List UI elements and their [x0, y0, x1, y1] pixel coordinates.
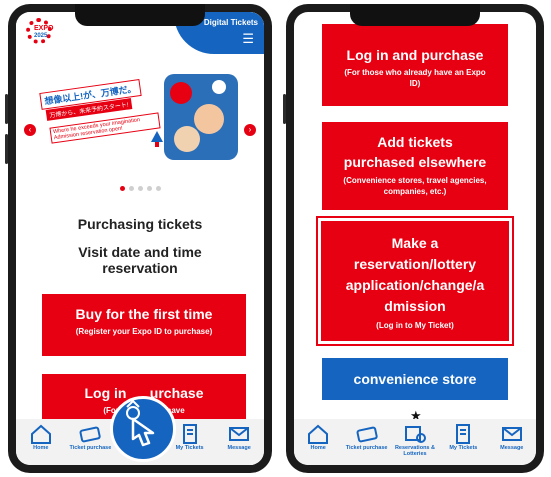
- bottom-nav: Home Ticket purchase Reservations & Lott…: [294, 419, 536, 465]
- right-phone: Log in and purchase (For those who alrea…: [283, 4, 544, 473]
- ticket-icon: [79, 426, 102, 443]
- nav-home[interactable]: Home: [19, 423, 63, 451]
- home-icon: [308, 424, 329, 444]
- convenience-store-button[interactable]: convenience store: [322, 358, 508, 400]
- expo-logo[interactable]: EXPO 2025: [24, 16, 58, 50]
- visit-reservation-heading: Visit date and time reservation: [78, 244, 202, 276]
- add-tickets-button[interactable]: Add tickets purchased elsewhere (Conveni…: [322, 122, 508, 210]
- left-screen: EXPO 2025 Digital Tickets ☰ 想像以上!が、万博だ。 …: [16, 12, 264, 465]
- banner-next-arrow[interactable]: ›: [244, 124, 256, 136]
- comparison-stage: EXPO 2025 Digital Tickets ☰ 想像以上!が、万博だ。 …: [0, 0, 551, 477]
- make-reservation-button[interactable]: Make a reservation/lottery application/c…: [318, 218, 512, 344]
- nav-ticket-purchase[interactable]: Ticket purchase: [68, 423, 112, 451]
- banner-photo: [164, 74, 238, 160]
- mail-icon: [501, 427, 522, 441]
- buy-first-time-button[interactable]: Buy for the first time (Register your Ex…: [42, 294, 246, 356]
- carousel-dots[interactable]: [16, 186, 264, 191]
- log-in-purchase-button[interactable]: Log in and purchase (For those who alrea…: [322, 24, 508, 106]
- mascot-icon: [151, 131, 163, 147]
- nav-message[interactable]: Message: [217, 423, 261, 451]
- nav-home[interactable]: Home: [296, 423, 340, 451]
- tap-gesture-fab[interactable]: [110, 396, 176, 462]
- phone-notch: [350, 4, 480, 26]
- phone-notch: [75, 4, 205, 26]
- home-icon: [30, 424, 51, 444]
- my-tickets-icon: [182, 424, 197, 444]
- nav-my-tickets[interactable]: My Tickets: [441, 423, 485, 451]
- carousel-dot[interactable]: [137, 186, 143, 191]
- mail-icon: [229, 427, 250, 441]
- my-tickets-icon: [456, 424, 471, 444]
- purchasing-heading: Purchasing tickets: [77, 216, 203, 232]
- ticket-icon: [356, 426, 378, 443]
- nav-ticket-purchase[interactable]: Ticket purchase: [345, 423, 389, 451]
- left-phone: EXPO 2025 Digital Tickets ☰ 想像以上!が、万博だ。 …: [5, 4, 272, 473]
- nav-reservations[interactable]: Reservations & Lotteries: [393, 423, 437, 457]
- nav-message[interactable]: Message: [490, 423, 534, 451]
- promo-banner[interactable]: 想像以上!が、万博だ。 万博から、未来予約スタート! Where he exce…: [22, 70, 258, 174]
- carousel-dot[interactable]: [155, 186, 161, 191]
- carousel-dot[interactable]: [146, 186, 152, 191]
- right-screen: Log in and purchase (For those who alrea…: [294, 12, 536, 465]
- banner-prev-arrow[interactable]: ‹: [24, 124, 36, 136]
- carousel-dot[interactable]: [128, 186, 134, 191]
- tap-gesture-icon: [126, 399, 155, 447]
- calendar-bus-icon: [404, 426, 426, 443]
- menu-icon[interactable]: ☰: [242, 32, 254, 45]
- digital-tickets-label: Digital Tickets: [203, 18, 258, 27]
- carousel-dot[interactable]: [119, 186, 125, 191]
